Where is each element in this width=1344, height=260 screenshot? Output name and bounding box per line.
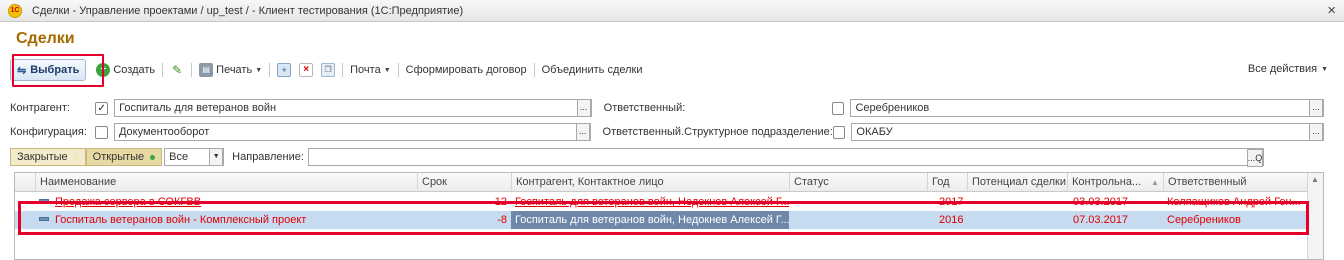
configuration-checkbox[interactable]: [95, 125, 108, 139]
all-actions-menu[interactable]: Все действия ▼: [1248, 63, 1328, 75]
window-titlebar: 1С Сделки - Управление проектами / up_te…: [0, 0, 1344, 22]
mail-button-label: Почта: [350, 64, 381, 76]
responsible-unit-checkbox[interactable]: [832, 125, 846, 139]
select-button-highlight: [12, 54, 104, 87]
filter-row-configuration: Конфигурация: Документооборот ... Ответс…: [10, 122, 1324, 142]
toolbar-divider: [191, 63, 193, 77]
header-cell[interactable]: Ответственный: [1163, 173, 1307, 192]
header-cell[interactable]: Год: [927, 173, 967, 192]
close-icon[interactable]: ×: [1327, 2, 1336, 19]
table-header: Наименование Срок Контрагент, Контактное…: [15, 173, 1323, 192]
responsible-unit-field[interactable]: ОКАБУ ...: [851, 123, 1324, 141]
counterparty-label: Контрагент:: [10, 102, 70, 114]
scroll-up-icon[interactable]: ▲: [1311, 175, 1319, 184]
chevron-down-icon: ▼: [255, 66, 263, 74]
create-button-label: Создать: [113, 64, 156, 76]
ellipsis-icon[interactable]: ...: [576, 99, 591, 117]
toolbar-divider: [342, 63, 344, 77]
toolbar: ⇋ Выбрать + Создать ✎ ▤ Печать ▼ + × ❐ П…: [10, 54, 1334, 87]
1c-logo-icon: 1С: [8, 3, 22, 18]
closed-dot-icon: [73, 154, 79, 160]
header-cell[interactable]: Статус: [789, 173, 927, 192]
counterparty-checkbox[interactable]: ✓: [95, 101, 109, 115]
chevron-down-icon: ▼: [1321, 65, 1328, 73]
header-cell[interactable]: Контрагент, Контактное лицо: [511, 173, 789, 192]
open-toggle[interactable]: Открытые: [85, 148, 163, 166]
counterparty-value: Госпиталь для ветеранов войн: [119, 102, 277, 114]
print-button[interactable]: ▤ Печать ▼: [195, 63, 266, 77]
sort-ascending-icon: ▲: [1151, 178, 1159, 187]
responsible-field[interactable]: Серебреников ...: [850, 99, 1324, 117]
page-title: Сделки: [16, 30, 75, 47]
pencil-icon: ✎: [172, 63, 183, 77]
responsible-label: Ответственный:: [603, 102, 686, 114]
filter-row-counterparty: Контрагент: ✓ Госпиталь для ветеранов во…: [10, 98, 1324, 118]
header-cell[interactable]: Срок: [417, 173, 511, 192]
ellipsis-icon[interactable]: ...: [1309, 123, 1323, 141]
move-button[interactable]: ❐: [317, 63, 339, 77]
merge-deals-button[interactable]: Объединить сделки: [538, 64, 647, 76]
header-cell[interactable]: Потенциал сделки: [967, 173, 1067, 192]
toolbar-divider: [533, 63, 535, 77]
counterparty-field[interactable]: Госпиталь для ветеранов войн ...: [114, 99, 592, 117]
closed-label: Закрытые: [17, 151, 68, 163]
filter-row-status: Закрытые Открытые Все ▼ Направление: ...…: [10, 147, 1324, 167]
all-actions-label: Все действия: [1247, 63, 1318, 75]
toolbar-divider: [269, 63, 271, 77]
direction-label: Направление:: [232, 151, 304, 163]
make-contract-button[interactable]: Сформировать договор: [402, 64, 531, 76]
window-title: Сделки - Управление проектами / up_test …: [32, 4, 464, 17]
mail-button[interactable]: Почта ▼: [346, 64, 394, 76]
responsible-unit-label: Ответственный.Структурное подразделение:: [602, 126, 833, 138]
configuration-value: Документооборот: [118, 126, 210, 138]
table-scrollbar[interactable]: ▲: [1307, 173, 1323, 259]
toolbar-divider: [397, 63, 399, 77]
header-cell[interactable]: Наименование: [35, 173, 417, 192]
print-button-label: Печать: [216, 64, 253, 76]
responsible-value: Серебреников: [855, 102, 930, 114]
documents-icon: ❐: [321, 63, 336, 77]
delete-button[interactable]: ×: [295, 63, 317, 77]
search-icon[interactable]: ...Q: [1246, 149, 1263, 167]
chevron-down-icon: ▼: [383, 66, 391, 74]
printer-icon: ▤: [199, 63, 214, 77]
configuration-label: Конфигурация:: [10, 126, 87, 138]
toolbar-divider: [162, 63, 164, 77]
direction-field[interactable]: ...Q: [307, 148, 1264, 167]
edit-button[interactable]: ✎: [166, 63, 188, 77]
ellipsis-icon[interactable]: ...: [1308, 99, 1323, 117]
status-select-value: Все: [169, 151, 189, 163]
ellipsis-icon[interactable]: ...: [575, 123, 590, 141]
responsible-unit-value: ОКАБУ: [856, 126, 893, 138]
copy-icon: +: [277, 63, 292, 77]
chevron-down-icon[interactable]: ▼: [209, 148, 224, 166]
open-label: Открытые: [92, 151, 145, 163]
open-dot-icon: [150, 154, 156, 160]
copy-button[interactable]: +: [273, 63, 295, 77]
status-select[interactable]: Все ▼: [164, 148, 225, 166]
selected-row-highlight: [18, 201, 1309, 235]
closed-toggle[interactable]: Закрытые: [10, 148, 86, 166]
configuration-field[interactable]: Документооборот ...: [113, 123, 591, 141]
delete-icon: ×: [299, 63, 314, 77]
responsible-checkbox[interactable]: [831, 101, 845, 115]
